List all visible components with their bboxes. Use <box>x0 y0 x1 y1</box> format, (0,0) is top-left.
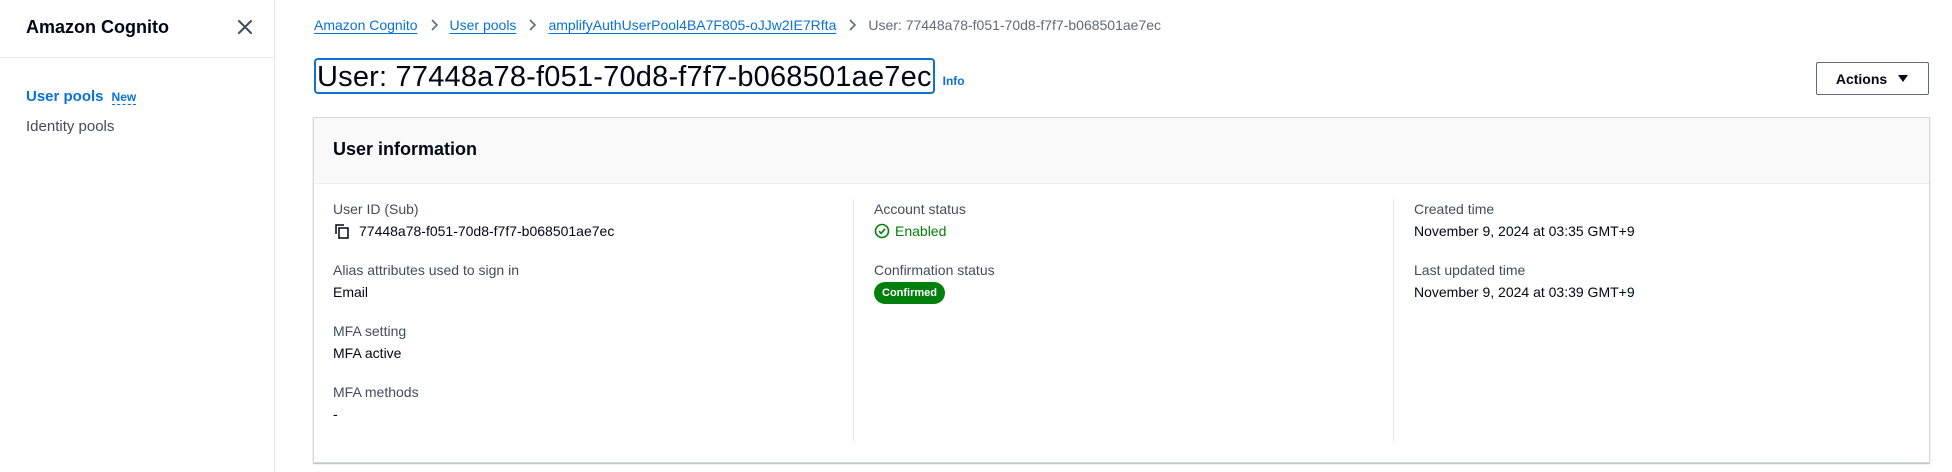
alias-attributes-label: Alias attributes used to sign in <box>333 262 519 278</box>
last-updated-time-label: Last updated time <box>1414 262 1526 278</box>
column-identity: User ID (Sub) 77448a78-f051-70d8-f7f7-b0… <box>333 199 853 442</box>
created-time-field: Created time November 9, 2024 at 03:35 G… <box>1414 199 1913 243</box>
breadcrumb-current-user: User: 77448a78-f051-70d8-f7f7-b068501ae7… <box>868 17 1162 33</box>
status-badge: Confirmed <box>874 282 945 304</box>
breadcrumb-user-pool[interactable]: amplifyAuthUserPool4BA7F805-oJJw2IE7Rfta <box>548 17 836 33</box>
sidebar-item-label[interactable]: Identity pools <box>26 118 114 135</box>
user-id-value-row: 77448a78-f051-70d8-f7f7-b068501ae7ec <box>333 219 853 243</box>
sidebar-item-label[interactable]: User pools <box>26 88 104 105</box>
side-navigation-header: Amazon Cognito <box>0 0 274 58</box>
side-navigation-list: User pools New Identity pools <box>26 81 137 141</box>
last-updated-time-field: Last updated time November 9, 2024 at 03… <box>1414 260 1913 304</box>
close-icon[interactable] <box>234 16 256 38</box>
last-updated-time-value: November 9, 2024 at 03:39 GMT+9 <box>1414 284 1635 300</box>
mfa-methods-label: MFA methods <box>333 384 419 400</box>
account-status-value: Enabled <box>895 223 947 239</box>
sidebar-item-identity-pools[interactable]: Identity pools <box>26 111 136 141</box>
mfa-setting-field: MFA setting MFA active <box>333 321 853 365</box>
content-area: Amazon Cognito User pools amplifyAuthUse… <box>275 0 1952 472</box>
panel-header: User information <box>314 118 1929 184</box>
alias-attributes-field: Alias attributes used to sign in Email <box>333 260 853 304</box>
confirmation-status-label: Confirmation status <box>874 262 995 278</box>
account-status-value-row: Enabled <box>874 219 1393 243</box>
created-time-value: November 9, 2024 at 03:35 GMT+9 <box>1414 223 1635 239</box>
chevron-right-icon <box>527 19 537 31</box>
mfa-methods-field: MFA methods - <box>333 382 853 426</box>
actions-button-label: Actions <box>1835 70 1888 87</box>
page-header: User: 77448a78-f051-70d8-f7f7-b068501ae7… <box>314 58 965 94</box>
status-indicator: Enabled <box>874 219 946 243</box>
user-id-field: User ID (Sub) 77448a78-f051-70d8-f7f7-b0… <box>333 199 853 243</box>
mfa-setting-value: MFA active <box>333 345 402 361</box>
mfa-setting-label: MFA setting <box>333 323 407 339</box>
main-content: Amazon Cognito User pools amplifyAuthUse… <box>275 0 1952 472</box>
column-timestamps: Created time November 9, 2024 at 03:35 G… <box>1393 199 1913 442</box>
caret-down-icon <box>1897 74 1909 84</box>
user-information-panel: User information User ID (Sub) 77448a78-… <box>313 117 1930 463</box>
account-status-label: Account status <box>874 201 966 217</box>
chevron-right-icon <box>847 19 857 31</box>
column-status: Account status Enabled Confirmation stat… <box>853 199 1393 442</box>
breadcrumb-user-pools[interactable]: User pools <box>450 17 517 33</box>
side-navigation: Amazon Cognito User pools New Identity p… <box>0 0 275 472</box>
new-badge[interactable]: New <box>111 90 137 105</box>
panel-body: User ID (Sub) 77448a78-f051-70d8-f7f7-b0… <box>314 185 1929 462</box>
account-status-field: Account status Enabled <box>874 199 1393 243</box>
page-title: User: 77448a78-f051-70d8-f7f7-b068501ae7… <box>314 58 935 94</box>
mfa-methods-value: - <box>333 406 338 422</box>
chevron-right-icon <box>429 19 439 31</box>
panel-title: User information <box>333 139 478 159</box>
user-id-label: User ID (Sub) <box>333 201 419 217</box>
side-navigation-title[interactable]: Amazon Cognito <box>26 17 169 38</box>
copy-icon[interactable] <box>333 222 351 240</box>
alias-attributes-value: Email <box>333 284 369 300</box>
actions-button[interactable]: Actions <box>1816 62 1929 95</box>
info-link[interactable]: Info <box>943 74 965 88</box>
created-time-label: Created time <box>1414 201 1495 217</box>
check-circle-icon <box>874 223 890 239</box>
confirmation-status-value-row: Confirmed <box>874 280 1393 304</box>
breadcrumb-amazon-cognito[interactable]: Amazon Cognito <box>314 17 418 33</box>
confirmation-status-field: Confirmation status Confirmed <box>874 260 1393 304</box>
sidebar-item-user-pools[interactable]: User pools New <box>26 81 137 111</box>
breadcrumb: Amazon Cognito User pools amplifyAuthUse… <box>314 17 1161 33</box>
user-id-value: 77448a78-f051-70d8-f7f7-b068501ae7ec <box>359 223 615 239</box>
